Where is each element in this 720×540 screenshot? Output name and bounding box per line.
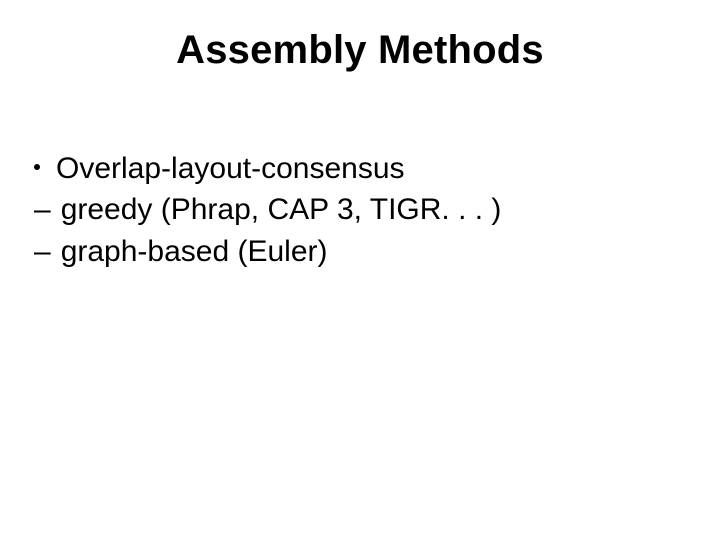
sub-bullet-text: graph-based (Euler) bbox=[61, 231, 328, 272]
slide-body: Overlap-layout-consensus – greedy (Phrap… bbox=[34, 148, 680, 272]
dash-icon: – bbox=[34, 231, 51, 272]
bullet-item: Overlap-layout-consensus bbox=[34, 148, 680, 189]
slide: Assembly Methods Overlap-layout-consensu… bbox=[0, 0, 720, 540]
sub-bullet-item: – greedy (Phrap, CAP 3, TIGR. . . ) bbox=[34, 189, 680, 230]
bullet-text: Overlap-layout-consensus bbox=[56, 148, 405, 189]
dash-icon: – bbox=[34, 189, 51, 230]
sub-bullet-item: – graph-based (Euler) bbox=[34, 231, 680, 272]
sub-bullet-text: greedy (Phrap, CAP 3, TIGR. . . ) bbox=[61, 189, 502, 230]
slide-title: Assembly Methods bbox=[0, 28, 720, 73]
bullet-dot-icon bbox=[34, 164, 40, 170]
